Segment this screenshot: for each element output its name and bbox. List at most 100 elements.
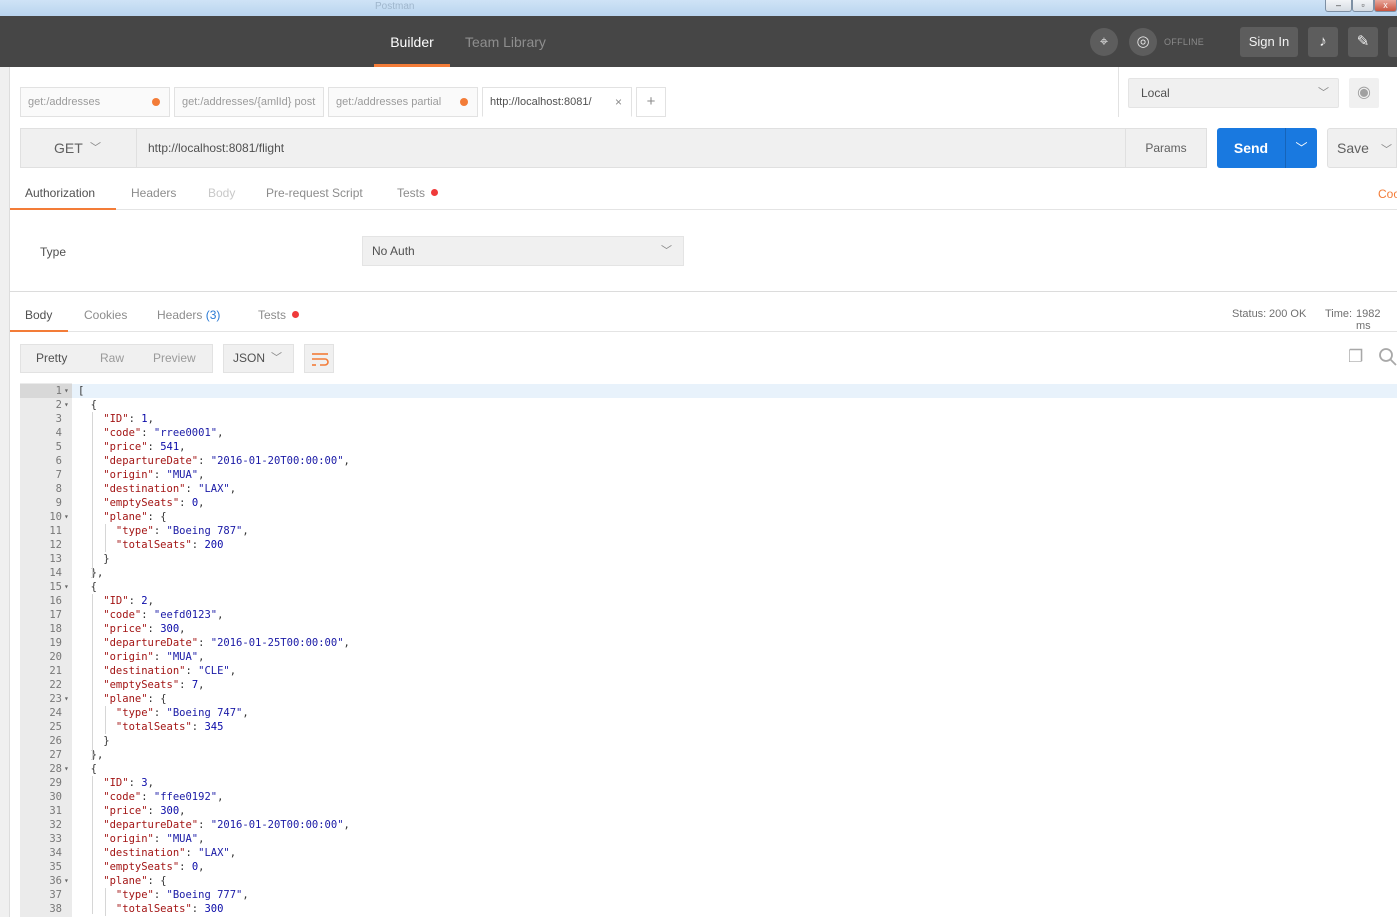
window-title: Postman <box>375 1 415 12</box>
eye-icon[interactable]: ◉ <box>1349 78 1379 108</box>
code-line: 25 "totalSeats": 345 <box>20 720 1397 734</box>
fold-arrow-icon[interactable]: ▾ <box>64 762 72 776</box>
tab-authorization[interactable]: Authorization <box>25 186 95 200</box>
line-number: 38 <box>49 903 62 915</box>
code-text: "ID": 1, <box>78 412 154 426</box>
generate-code-link[interactable]: Coo <box>1378 187 1397 201</box>
tab-body[interactable]: Body <box>208 186 235 200</box>
fold-arrow-icon[interactable]: ▾ <box>64 510 72 524</box>
request-tab[interactable]: get:/addresses partial <box>328 87 478 117</box>
code-token: 300 <box>160 623 180 635</box>
send-button[interactable]: Send ﹀ <box>1217 128 1317 168</box>
environment-select[interactable]: Local ﹀ <box>1128 78 1339 108</box>
code-token: , <box>179 441 186 453</box>
tab-label: get:/addresses/{amlId} post <box>182 96 316 108</box>
wrap-lines-icon[interactable] <box>304 344 334 373</box>
maximize-button[interactable]: ▫ <box>1352 0 1374 12</box>
code-line: 30 "code": "ffee0192", <box>20 790 1397 804</box>
response-tab-cookies[interactable]: Cookies <box>84 308 127 322</box>
code-token: "MUA" <box>166 833 199 845</box>
code-line: 16 "ID": 2, <box>20 594 1397 608</box>
code-token: { <box>78 581 97 593</box>
nav-team-library[interactable]: Team Library <box>465 16 546 67</box>
code-line: 4 "code": "rree0001", <box>20 426 1397 440</box>
tab-label: get:/addresses partial <box>336 96 442 108</box>
format-raw[interactable]: Raw <box>100 345 124 372</box>
response-tab-headers[interactable]: Headers (3) <box>157 308 220 322</box>
tab-pre-request-script[interactable]: Pre-request Script <box>266 186 363 200</box>
code-text: "totalSeats": 200 <box>78 538 224 552</box>
code-text: } <box>78 734 109 748</box>
response-tab-body[interactable]: Body <box>25 308 52 322</box>
sync-icon[interactable]: ◎ <box>1129 28 1157 56</box>
code-token: : <box>191 539 205 551</box>
code-token: , <box>147 595 154 607</box>
line-number: 4 <box>55 427 62 439</box>
code-token: "departureDate" <box>78 637 199 649</box>
code-token: "totalSeats" <box>78 721 192 733</box>
save-label: Save <box>1337 140 1369 156</box>
chevron-down-icon: ﹀ <box>661 245 672 257</box>
fold-arrow-icon[interactable]: ▾ <box>64 874 72 888</box>
active-tab-underline <box>10 330 68 332</box>
divider <box>10 209 1397 210</box>
fold-arrow-icon[interactable]: ▾ <box>64 384 72 398</box>
save-button[interactable]: Save ﹀ <box>1327 128 1397 168</box>
request-tab[interactable]: get:/addresses <box>20 87 170 117</box>
fold-arrow-icon[interactable]: ▾ <box>64 398 72 412</box>
fold-arrow-icon[interactable]: ▾ <box>64 580 72 594</box>
code-token: 345 <box>204 721 224 733</box>
code-token: : <box>153 651 167 663</box>
code-token: "Boeing 787" <box>166 525 243 537</box>
request-tab[interactable]: get:/addresses/{amlId} post <box>174 87 324 117</box>
minimize-button[interactable]: ‒ <box>1325 0 1352 12</box>
line-number: 18 <box>49 623 62 635</box>
response-tab-tests[interactable]: Tests <box>258 308 286 322</box>
code-text: "totalSeats": 300 <box>78 902 224 916</box>
close-window-button[interactable]: x <box>1374 0 1397 12</box>
code-token: "emptySeats" <box>78 679 180 691</box>
params-button[interactable]: Params <box>1125 128 1207 168</box>
language-select[interactable]: JSON ﹀ <box>223 344 294 373</box>
search-icon[interactable] <box>1378 347 1397 371</box>
code-token: "CLE" <box>198 665 230 677</box>
code-token: } <box>78 553 110 565</box>
satellite-icon[interactable]: ⌖ <box>1090 28 1118 56</box>
line-number: 3 <box>55 413 62 425</box>
code-token: "code" <box>78 791 142 803</box>
auth-type-value: No Auth <box>372 244 415 258</box>
code-token: 541 <box>160 441 180 453</box>
wrench-icon[interactable]: ✎ <box>1348 27 1378 57</box>
tab-tests[interactable]: Tests <box>397 186 425 200</box>
tab-headers[interactable]: Headers <box>131 186 176 200</box>
sign-in-button[interactable]: Sign In <box>1240 27 1298 57</box>
code-line: 17 "code": "eefd0123", <box>20 608 1397 622</box>
bell-icon[interactable]: ♪ <box>1308 27 1338 57</box>
response-body-editor[interactable]: 1 ▾[2 ▾ {3 "ID": 1, 4 "code": "rree0001", 5 … <box>20 383 1397 917</box>
nav-builder[interactable]: Builder <box>374 16 450 67</box>
copy-icon[interactable]: ❐ <box>1348 347 1363 367</box>
format-preview[interactable]: Preview <box>153 345 196 372</box>
code-line: 31 "price": 300, <box>20 804 1397 818</box>
code-token: "origin" <box>78 469 154 481</box>
chevron-down-icon[interactable]: ﹀ <box>1285 128 1317 168</box>
code-text: "type": "Boeing 747", <box>78 706 249 720</box>
url-input[interactable]: http://localhost:8081/flight <box>136 128 1126 168</box>
code-text: "emptySeats": 0, <box>78 496 204 510</box>
format-pretty[interactable]: Pretty <box>36 345 67 372</box>
code-text: "destination": "CLE", <box>78 664 236 678</box>
add-tab-button[interactable]: + <box>636 87 666 117</box>
fold-arrow-icon[interactable]: ▾ <box>64 692 72 706</box>
code-text: "code": "rree0001", <box>78 426 223 440</box>
time-label: Time: <box>1325 308 1353 320</box>
line-number: 32 <box>49 819 62 831</box>
line-number: 14 <box>49 567 62 579</box>
auth-type-select[interactable]: No Auth ﹀ <box>362 236 684 266</box>
code-token: : <box>185 483 199 495</box>
request-tab-active[interactable]: http://localhost:8081/ × <box>482 87 632 117</box>
code-token: : <box>147 441 161 453</box>
close-tab-icon[interactable]: × <box>615 88 622 116</box>
menu-icon[interactable] <box>1388 27 1397 57</box>
method-select[interactable]: GET ﹀ <box>20 128 137 168</box>
code-token: "destination" <box>78 665 186 677</box>
